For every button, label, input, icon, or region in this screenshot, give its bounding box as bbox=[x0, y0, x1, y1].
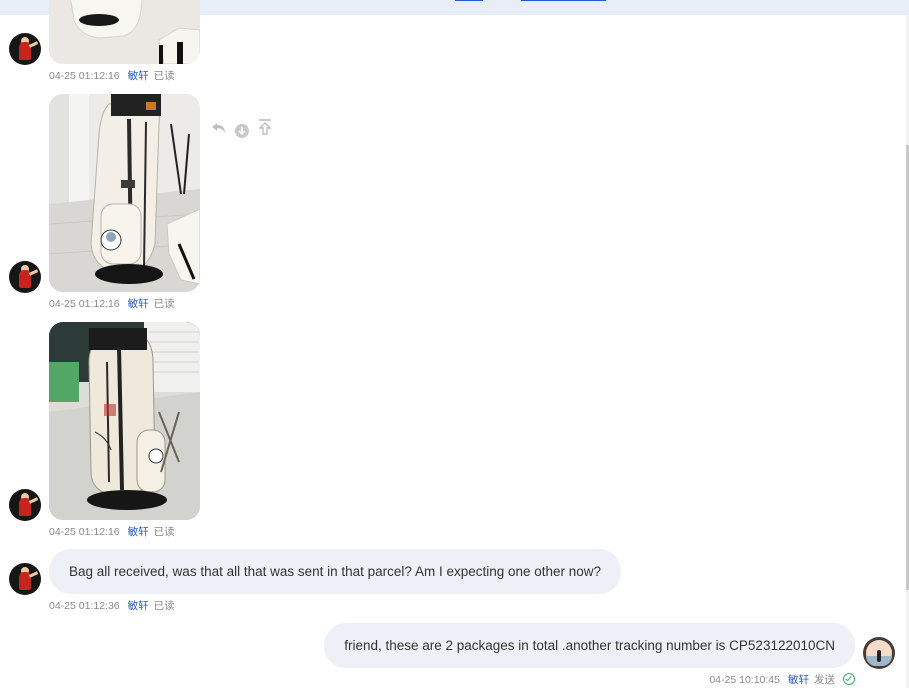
message-meta: 04-25 01:12:16 敏轩 已读 bbox=[49, 524, 175, 539]
message-meta: 04-25 01:12:36 敏轩 已读 bbox=[49, 598, 175, 613]
outgoing-meta: 04-25 10:10:45 敏轩 发送 bbox=[709, 672, 855, 687]
message-meta: 04-25 01:12:16 敏轩 已读 bbox=[49, 68, 175, 83]
message-time: 04-25 10:10:45 bbox=[709, 674, 780, 686]
message-time: 04-25 01:12:16 bbox=[49, 70, 120, 82]
avatar[interactable] bbox=[9, 489, 41, 521]
avatar[interactable] bbox=[9, 261, 41, 293]
download-icon[interactable] bbox=[234, 123, 250, 144]
avatar[interactable] bbox=[9, 33, 41, 65]
read-status: 已读 bbox=[153, 298, 175, 310]
sender-name[interactable]: 敏轩 bbox=[788, 674, 809, 686]
message-time: 04-25 01:12:36 bbox=[49, 600, 120, 612]
read-status: 已读 bbox=[153, 70, 175, 82]
outgoing-message-bubble[interactable]: friend, these are 2 packages in total .a… bbox=[324, 623, 855, 668]
share-icon[interactable] bbox=[257, 118, 273, 141]
sender-name[interactable]: 敏轩 bbox=[128, 600, 149, 612]
top-link-fragment[interactable] bbox=[521, 0, 606, 1]
send-status: 发送 bbox=[814, 674, 835, 686]
message-meta: 04-25 01:12:16 敏轩 已读 bbox=[49, 296, 175, 311]
message-image[interactable] bbox=[49, 322, 200, 520]
read-status: 已读 bbox=[153, 526, 175, 538]
sender-name[interactable]: 敏轩 bbox=[128, 70, 149, 82]
message-image[interactable] bbox=[49, 0, 200, 64]
message-time: 04-25 01:12:16 bbox=[49, 298, 120, 310]
sender-name[interactable]: 敏轩 bbox=[128, 526, 149, 538]
avatar[interactable] bbox=[9, 563, 41, 595]
reply-icon[interactable] bbox=[211, 121, 227, 140]
incoming-message-bubble[interactable]: Bag all received, was that all that was … bbox=[49, 549, 622, 594]
my-avatar[interactable] bbox=[863, 637, 895, 669]
message-image[interactable] bbox=[49, 94, 200, 292]
message-time: 04-25 01:12:16 bbox=[49, 526, 120, 538]
top-link-fragment[interactable] bbox=[455, 0, 483, 1]
read-status: 已读 bbox=[153, 600, 175, 612]
check-icon bbox=[843, 673, 855, 685]
sender-name[interactable]: 敏轩 bbox=[128, 298, 149, 310]
